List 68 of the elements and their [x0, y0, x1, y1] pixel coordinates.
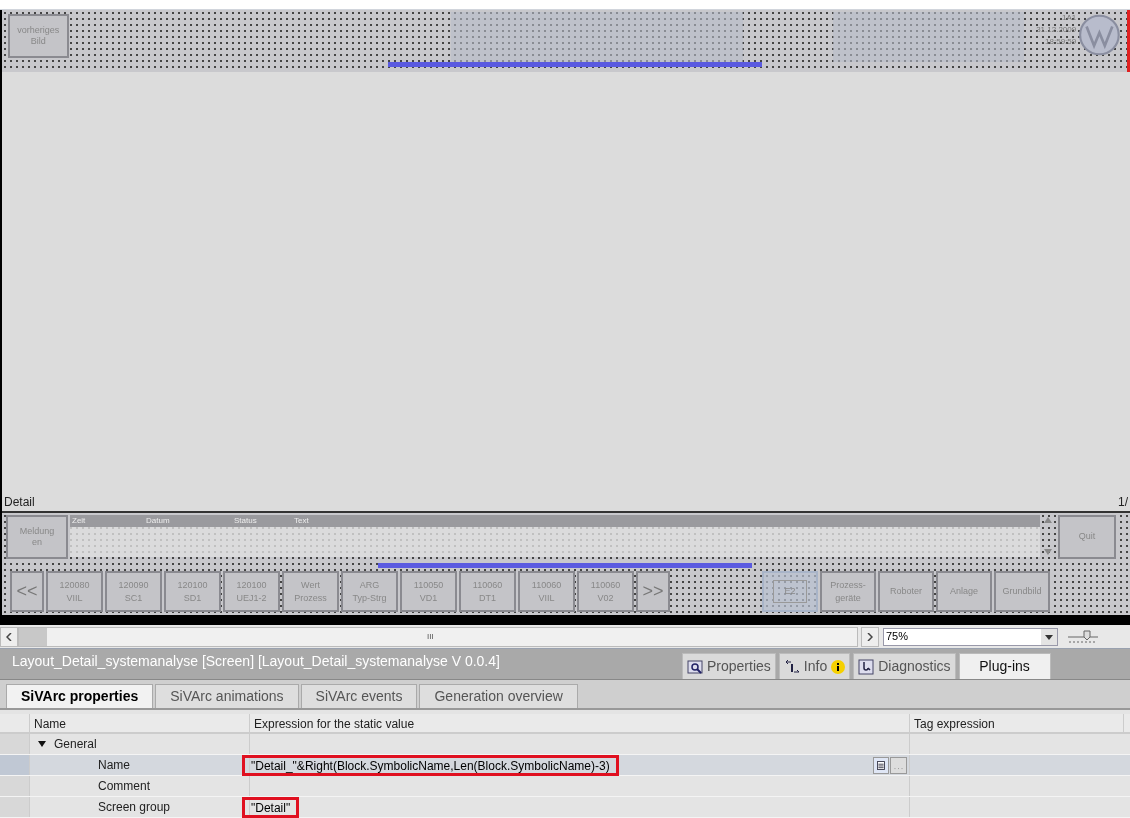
- column-header: Expression for the static value: [250, 714, 910, 732]
- nav-button[interactable]: Wert Prozess: [282, 571, 339, 612]
- area-button[interactable]: E2: [762, 571, 818, 612]
- nav-button[interactable]: 120080 VIIL: [46, 571, 103, 612]
- info-text: 31.12.2009: [1036, 23, 1077, 36]
- row-header[interactable]: [0, 776, 30, 796]
- row-header[interactable]: [0, 734, 30, 754]
- info-text: 1A1: [1062, 11, 1077, 24]
- property-name: Name: [98, 757, 130, 774]
- scroll-up-icon[interactable]: [1044, 517, 1052, 523]
- expand-arrow-icon[interactable]: [38, 740, 46, 748]
- inspector-tab[interactable]: Plug-ins: [958, 653, 1051, 680]
- nav-button[interactable]: <<: [10, 571, 44, 612]
- list-icon[interactable]: [873, 756, 889, 774]
- table-row[interactable]: Screen group "Detail": [0, 797, 1130, 818]
- inspector-tab[interactable]: Info: [778, 653, 851, 680]
- nav-button[interactable]: Anlage: [936, 571, 992, 612]
- property-name: Comment: [98, 778, 150, 795]
- row-header[interactable]: [0, 797, 30, 817]
- arrows-icon: [783, 658, 800, 675]
- info-text: 18:59:59: [1045, 35, 1077, 48]
- chevron-left-icon: [6, 632, 12, 641]
- column-header: Tag expression: [910, 714, 1124, 732]
- nav-button[interactable]: Grundbild: [994, 571, 1050, 612]
- logo-icon: [1078, 12, 1122, 57]
- info-icon: [831, 659, 846, 674]
- column-header: Datum: [146, 515, 171, 527]
- property-tab[interactable]: SiVArc animations: [155, 684, 299, 708]
- nav-button[interactable]: 120100 UEJ1-2: [223, 571, 280, 612]
- nav-button[interactable]: 120100 SD1: [164, 571, 221, 612]
- nav-button[interactable]: 110050 VD1: [400, 571, 457, 612]
- screen-label: Detail: [4, 494, 35, 511]
- property-name: General: [54, 736, 97, 753]
- inspector-tab[interactable]: Properties: [682, 653, 776, 680]
- property-tab[interactable]: SiVArc events: [300, 684, 418, 708]
- inspector-tab[interactable]: Diagnostics: [853, 653, 956, 680]
- table-row[interactable]: Comment: [0, 776, 1130, 797]
- zoom-slider-icon[interactable]: [1068, 628, 1098, 645]
- expression-value: "Detail": [242, 796, 300, 818]
- nav-button[interactable]: 110060 V02: [577, 571, 634, 612]
- column-header: Zeit: [72, 515, 87, 527]
- column-header: Name: [30, 714, 250, 732]
- property-name: Screen group: [98, 799, 171, 816]
- scroll-down-icon[interactable]: [1044, 549, 1052, 555]
- nav-button[interactable]: Prozess- geräte: [820, 571, 876, 612]
- horizontal-scrollbar[interactable]: III: [18, 626, 858, 647]
- chevron-right-icon: [867, 632, 873, 641]
- zoom-dropdown[interactable]: 75%: [883, 627, 1058, 646]
- nav-button[interactable]: >>: [636, 571, 670, 612]
- scroll-right-button[interactable]: [861, 626, 879, 647]
- scroll-grip: III: [427, 630, 434, 643]
- scrollbar-thumb[interactable]: [19, 627, 47, 646]
- nav-button[interactable]: 110060 VIIL: [518, 571, 575, 612]
- nav-button[interactable]: 110060 DT1: [459, 571, 516, 612]
- property-tab[interactable]: SiVArc properties: [6, 684, 154, 708]
- column-header: Text: [294, 515, 310, 527]
- page-indicator: 1/: [1118, 494, 1128, 511]
- expression-value: "Detail_"&Right(Block.SymbolicName,Len(Block.SymbolicName)-3): [242, 754, 619, 776]
- magnifier-icon: [687, 658, 703, 675]
- inspector-title: Layout_Detail_systemanalyse [Screen] [Layout_Detail_systemanalyse V 0.0.4]: [11, 652, 501, 672]
- nav-button[interactable]: 120090 SC1: [105, 571, 162, 612]
- scroll-left-button[interactable]: [0, 626, 18, 647]
- zoom-value: 75%: [885, 629, 909, 645]
- table-row[interactable]: Name "Detail_"&Right(Block.SymbolicName,Len(Block.SymbolicName)-3): [0, 755, 1130, 776]
- stethoscope-icon: [858, 658, 875, 675]
- property-tab[interactable]: Generation overview: [419, 684, 578, 708]
- nav-button[interactable]: Roboter: [878, 571, 934, 612]
- column-header: Status: [234, 515, 258, 527]
